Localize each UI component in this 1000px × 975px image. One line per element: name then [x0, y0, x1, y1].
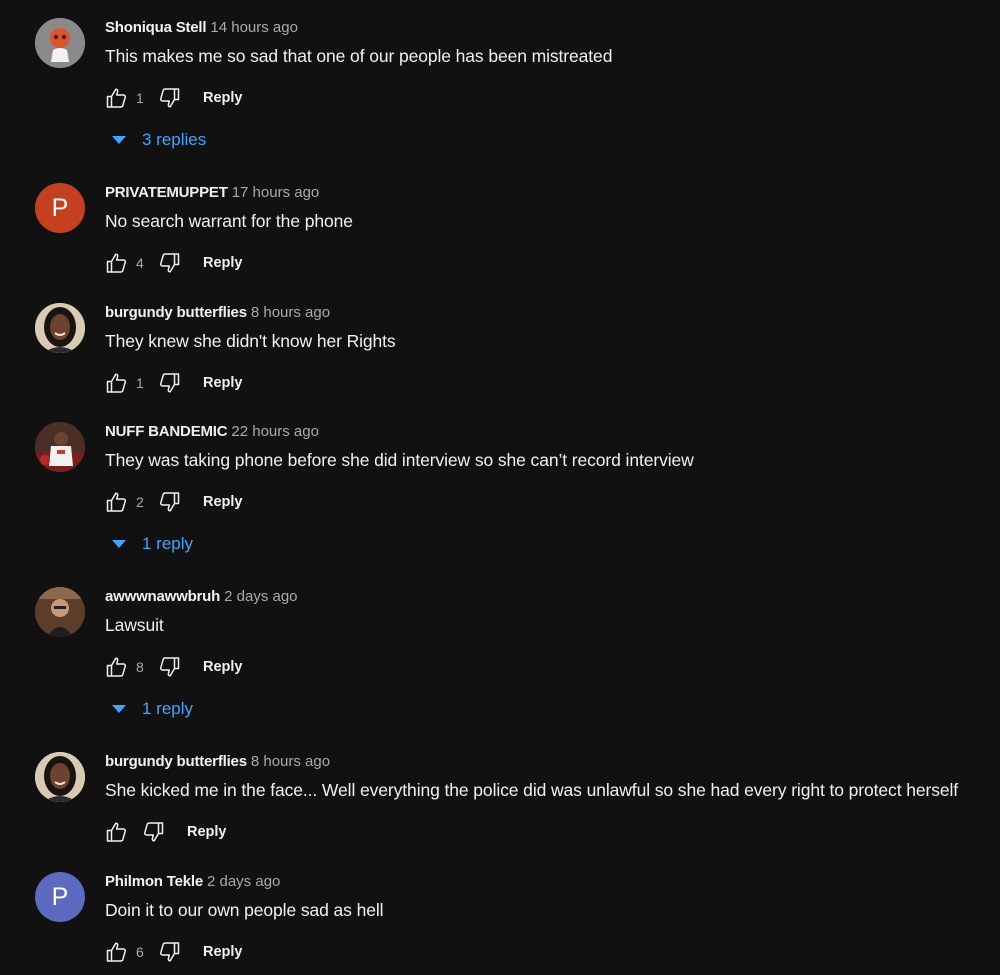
- dislike-button[interactable]: [158, 490, 182, 514]
- avatar[interactable]: [35, 752, 85, 802]
- like-button[interactable]: [104, 251, 128, 275]
- comment-actions: 4 Reply: [104, 251, 243, 275]
- author-name[interactable]: awwwnawwbruh: [105, 588, 220, 605]
- like-button[interactable]: [104, 371, 128, 395]
- comment-header: PRIVATEMUPPET 17 hours ago: [105, 184, 319, 201]
- view-replies-button[interactable]: 1 reply: [112, 699, 193, 719]
- comment-time[interactable]: 22 hours ago: [231, 423, 319, 440]
- caret-down-icon: [112, 705, 126, 713]
- replies-count-label: 1 reply: [142, 699, 194, 718]
- reply-button[interactable]: Reply: [203, 90, 243, 106]
- thumbs-up-icon: [106, 492, 127, 512]
- comment-header: awwwnawwbruh 2 days ago: [105, 588, 298, 605]
- comment-text: Doin it to our own people sad as hell: [105, 900, 384, 920]
- comment-text: They was taking phone before she did int…: [105, 450, 694, 470]
- thumbs-up-icon: [106, 253, 127, 273]
- comment-actions: Reply: [104, 820, 227, 844]
- comment-actions: 6 Reply: [104, 940, 243, 964]
- comment-time[interactable]: 8 hours ago: [251, 304, 330, 321]
- comment-time[interactable]: 14 hours ago: [210, 19, 298, 36]
- comment-text: Lawsuit: [105, 615, 164, 635]
- like-button[interactable]: [104, 820, 128, 844]
- thumbs-up-icon: [106, 88, 127, 108]
- like-button[interactable]: [104, 655, 128, 679]
- reply-button[interactable]: Reply: [203, 944, 243, 960]
- thumbs-down-icon: [159, 373, 180, 393]
- avatar[interactable]: [35, 18, 85, 68]
- thumbs-up-icon: [106, 373, 127, 393]
- thumbs-up-icon: [106, 657, 127, 677]
- like-count: 1: [136, 90, 144, 106]
- thumbs-down-icon: [159, 942, 180, 962]
- comment-header: burgundy butterflies 8 hours ago: [105, 753, 330, 770]
- like-button[interactable]: [104, 490, 128, 514]
- author-name[interactable]: Philmon Tekle: [105, 873, 203, 890]
- comment-time[interactable]: 8 hours ago: [251, 753, 330, 770]
- comment-time[interactable]: 17 hours ago: [232, 184, 320, 201]
- avatar[interactable]: [35, 303, 85, 353]
- author-name[interactable]: NUFF BANDEMIC: [105, 423, 228, 440]
- view-replies-button[interactable]: 3 replies: [112, 130, 206, 150]
- comment-text: She kicked me in the face... Well everyt…: [105, 780, 959, 800]
- reply-button[interactable]: Reply: [187, 824, 227, 840]
- thumbs-up-icon: [106, 822, 127, 842]
- comment-time[interactable]: 2 days ago: [207, 873, 280, 890]
- dislike-button[interactable]: [158, 655, 182, 679]
- like-count: 4: [136, 255, 144, 271]
- reply-button[interactable]: Reply: [203, 659, 243, 675]
- dislike-button[interactable]: [158, 251, 182, 275]
- avatar-letter: P: [51, 882, 69, 911]
- thumbs-down-icon: [159, 253, 180, 273]
- comment-text: No search warrant for the phone: [105, 211, 353, 231]
- comment-header: Philmon Tekle 2 days ago: [105, 873, 280, 890]
- avatar-letter: P: [51, 193, 69, 222]
- like-button[interactable]: [104, 940, 128, 964]
- author-name[interactable]: PRIVATEMUPPET: [105, 184, 228, 201]
- comment-header: burgundy butterflies 8 hours ago: [105, 304, 330, 321]
- comment-actions: 8 Reply: [104, 655, 243, 679]
- author-name[interactable]: burgundy butterflies: [105, 753, 247, 770]
- thumbs-up-icon: [106, 942, 127, 962]
- comment-time[interactable]: 2 days ago: [224, 588, 297, 605]
- like-button[interactable]: [104, 86, 128, 110]
- like-count: 1: [136, 375, 144, 391]
- reply-button[interactable]: Reply: [203, 375, 243, 391]
- caret-down-icon: [112, 540, 126, 548]
- comment-text: This makes me so sad that one of our peo…: [105, 46, 613, 66]
- thumbs-down-icon: [159, 657, 180, 677]
- thumbs-down-icon: [159, 88, 180, 108]
- like-count: 6: [136, 944, 144, 960]
- avatar[interactable]: P: [35, 872, 85, 922]
- view-replies-button[interactable]: 1 reply: [112, 534, 193, 554]
- thumbs-down-icon: [159, 492, 180, 512]
- dislike-button[interactable]: [158, 940, 182, 964]
- like-count: 2: [136, 494, 144, 510]
- comment-text: They knew she didn't know her Rights: [105, 331, 396, 351]
- like-count: 8: [136, 659, 144, 675]
- dislike-button[interactable]: [142, 820, 166, 844]
- dislike-button[interactable]: [158, 371, 182, 395]
- comment-header: NUFF BANDEMIC 22 hours ago: [105, 423, 319, 440]
- replies-count-label: 3 replies: [142, 130, 207, 149]
- caret-down-icon: [112, 136, 126, 144]
- author-name[interactable]: Shoniqua Stell: [105, 19, 207, 36]
- reply-button[interactable]: Reply: [203, 255, 243, 271]
- avatar[interactable]: [35, 422, 85, 472]
- replies-count-label: 1 reply: [142, 534, 194, 553]
- avatar[interactable]: [35, 587, 85, 637]
- avatar[interactable]: P: [35, 183, 85, 233]
- comment-header: Shoniqua Stell 14 hours ago: [105, 19, 298, 36]
- reply-button[interactable]: Reply: [203, 494, 243, 510]
- thumbs-down-icon: [143, 822, 164, 842]
- comment-actions: 1 Reply: [104, 86, 243, 110]
- comment-actions: 2 Reply: [104, 490, 243, 514]
- author-name[interactable]: burgundy butterflies: [105, 304, 247, 321]
- dislike-button[interactable]: [158, 86, 182, 110]
- comment-actions: 1 Reply: [104, 371, 243, 395]
